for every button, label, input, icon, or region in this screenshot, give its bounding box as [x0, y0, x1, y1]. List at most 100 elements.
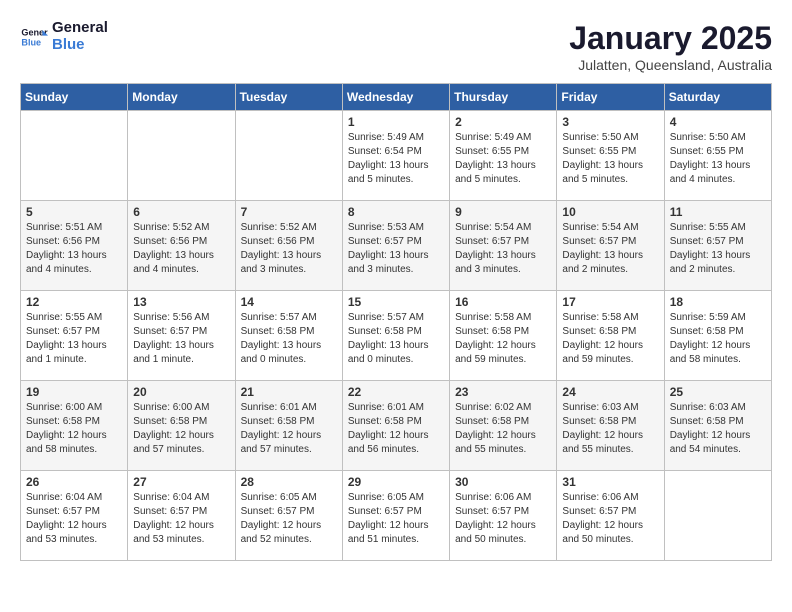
- day-cell: 22 Sunrise: 6:01 AMSunset: 6:58 PMDayligh…: [342, 381, 449, 471]
- day-number: 3: [562, 115, 658, 129]
- day-number: 8: [348, 205, 444, 219]
- day-cell: 21 Sunrise: 6:01 AMSunset: 6:58 PMDayligh…: [235, 381, 342, 471]
- day-number: 5: [26, 205, 122, 219]
- month-title: January 2025: [569, 20, 772, 57]
- day-info: Sunrise: 5:54 AMSunset: 6:57 PMDaylight:…: [562, 221, 658, 277]
- day-cell: 28 Sunrise: 6:05 AMSunset: 6:57 PMDayligh…: [235, 471, 342, 561]
- day-number: 9: [455, 205, 551, 219]
- day-number: 11: [670, 205, 766, 219]
- header-cell-tuesday: Tuesday: [235, 84, 342, 111]
- day-cell: 7 Sunrise: 5:52 AMSunset: 6:56 PMDaylight…: [235, 201, 342, 291]
- day-cell: 2 Sunrise: 5:49 AMSunset: 6:55 PMDaylight…: [450, 111, 557, 201]
- day-cell: 9 Sunrise: 5:54 AMSunset: 6:57 PMDaylight…: [450, 201, 557, 291]
- day-info: Sunrise: 5:59 AMSunset: 6:58 PMDaylight:…: [670, 311, 766, 367]
- day-cell: 27 Sunrise: 6:04 AMSunset: 6:57 PMDayligh…: [128, 471, 235, 561]
- day-cell: 15 Sunrise: 5:57 AMSunset: 6:58 PMDayligh…: [342, 291, 449, 381]
- day-cell: 11 Sunrise: 5:55 AMSunset: 6:57 PMDayligh…: [664, 201, 771, 291]
- day-info: Sunrise: 6:06 AMSunset: 6:57 PMDaylight:…: [562, 491, 658, 547]
- day-number: 24: [562, 385, 658, 399]
- week-row-1: 1Sunrise: 5:49 AMSunset: 6:54 PMDaylight…: [21, 111, 772, 201]
- day-cell: 19 Sunrise: 6:00 AMSunset: 6:58 PMDayligh…: [21, 381, 128, 471]
- day-number: 16: [455, 295, 551, 309]
- week-row-2: 5 Sunrise: 5:51 AMSunset: 6:56 PMDaylight…: [21, 201, 772, 291]
- header-row: SundayMondayTuesdayWednesdayThursdayFrid…: [21, 84, 772, 111]
- day-cell: 12Sunrise: 5:55 AMSunset: 6:57 PMDayligh…: [21, 291, 128, 381]
- day-info: Sunrise: 6:01 AMSunset: 6:58 PMDaylight:…: [348, 401, 444, 457]
- day-info: Sunrise: 6:00 AMSunset: 6:58 PMDaylight:…: [133, 401, 229, 457]
- day-info: Sunrise: 5:51 AMSunset: 6:56 PMDaylight:…: [26, 221, 122, 277]
- week-row-3: 12Sunrise: 5:55 AMSunset: 6:57 PMDayligh…: [21, 291, 772, 381]
- day-number: 2: [455, 115, 551, 129]
- logo-icon: General Blue: [20, 23, 48, 51]
- day-cell: 10Sunrise: 5:54 AMSunset: 6:57 PMDayligh…: [557, 201, 664, 291]
- day-number: 7: [241, 205, 337, 219]
- day-info: Sunrise: 6:01 AMSunset: 6:58 PMDaylight:…: [241, 401, 337, 457]
- day-cell: 18 Sunrise: 5:59 AMSunset: 6:58 PMDayligh…: [664, 291, 771, 381]
- calendar-table: SundayMondayTuesdayWednesdayThursdayFrid…: [20, 83, 772, 561]
- day-cell: 6 Sunrise: 5:52 AMSunset: 6:56 PMDaylight…: [128, 201, 235, 291]
- day-number: 14: [241, 295, 337, 309]
- day-info: Sunrise: 5:50 AMSunset: 6:55 PMDaylight:…: [670, 131, 766, 187]
- day-cell: 8 Sunrise: 5:53 AMSunset: 6:57 PMDaylight…: [342, 201, 449, 291]
- day-info: Sunrise: 5:55 AMSunset: 6:57 PMDaylight:…: [670, 221, 766, 277]
- day-number: 15: [348, 295, 444, 309]
- day-info: Sunrise: 5:49 AMSunset: 6:55 PMDaylight:…: [455, 131, 551, 187]
- day-cell: 31 Sunrise: 6:06 AMSunset: 6:57 PMDayligh…: [557, 471, 664, 561]
- svg-text:Blue: Blue: [21, 37, 41, 47]
- day-cell: [128, 111, 235, 201]
- day-number: 21: [241, 385, 337, 399]
- day-info: Sunrise: 6:00 AMSunset: 6:58 PMDaylight:…: [26, 401, 122, 457]
- day-number: 27: [133, 475, 229, 489]
- header-cell-wednesday: Wednesday: [342, 84, 449, 111]
- day-cell: 23 Sunrise: 6:02 AMSunset: 6:58 PMDayligh…: [450, 381, 557, 471]
- header-cell-monday: Monday: [128, 84, 235, 111]
- logo: General Blue General Blue: [20, 20, 108, 53]
- day-cell: 25 Sunrise: 6:03 AMSunset: 6:58 PMDayligh…: [664, 381, 771, 471]
- day-cell: 4 Sunrise: 5:50 AMSunset: 6:55 PMDaylight…: [664, 111, 771, 201]
- day-number: 31: [562, 475, 658, 489]
- day-cell: 13 Sunrise: 5:56 AMSunset: 6:57 PMDayligh…: [128, 291, 235, 381]
- day-info: Sunrise: 5:52 AMSunset: 6:56 PMDaylight:…: [241, 221, 337, 277]
- title-block: January 2025 Julatten, Queensland, Austr…: [569, 20, 772, 73]
- day-info: Sunrise: 6:03 AMSunset: 6:58 PMDaylight:…: [670, 401, 766, 457]
- page-header: General Blue General Blue January 2025 J…: [20, 20, 772, 73]
- day-info: Sunrise: 5:57 AMSunset: 6:58 PMDaylight:…: [348, 311, 444, 367]
- day-info: Sunrise: 5:57 AMSunset: 6:58 PMDaylight:…: [241, 311, 337, 367]
- day-cell: [235, 111, 342, 201]
- day-info: Sunrise: 5:55 AMSunset: 6:57 PMDaylight:…: [26, 311, 122, 367]
- day-number: 19: [26, 385, 122, 399]
- day-cell: 30Sunrise: 6:06 AMSunset: 6:57 PMDayligh…: [450, 471, 557, 561]
- day-info: Sunrise: 6:05 AMSunset: 6:57 PMDaylight:…: [241, 491, 337, 547]
- day-cell: 16Sunrise: 5:58 AMSunset: 6:58 PMDayligh…: [450, 291, 557, 381]
- day-info: Sunrise: 5:56 AMSunset: 6:57 PMDaylight:…: [133, 311, 229, 367]
- day-number: 13: [133, 295, 229, 309]
- day-info: Sunrise: 5:54 AMSunset: 6:57 PMDaylight:…: [455, 221, 551, 277]
- day-info: Sunrise: 6:05 AMSunset: 6:57 PMDaylight:…: [348, 491, 444, 547]
- header-cell-friday: Friday: [557, 84, 664, 111]
- day-info: Sunrise: 6:04 AMSunset: 6:57 PMDaylight:…: [133, 491, 229, 547]
- day-info: Sunrise: 5:58 AMSunset: 6:58 PMDaylight:…: [562, 311, 658, 367]
- day-number: 22: [348, 385, 444, 399]
- day-cell: 20 Sunrise: 6:00 AMSunset: 6:58 PMDayligh…: [128, 381, 235, 471]
- header-cell-saturday: Saturday: [664, 84, 771, 111]
- day-number: 18: [670, 295, 766, 309]
- day-number: 23: [455, 385, 551, 399]
- day-info: Sunrise: 5:49 AMSunset: 6:54 PMDaylight:…: [348, 131, 444, 187]
- header-cell-sunday: Sunday: [21, 84, 128, 111]
- day-number: 4: [670, 115, 766, 129]
- day-cell: 26Sunrise: 6:04 AMSunset: 6:57 PMDayligh…: [21, 471, 128, 561]
- day-number: 25: [670, 385, 766, 399]
- day-cell: 3 Sunrise: 5:50 AMSunset: 6:55 PMDaylight…: [557, 111, 664, 201]
- day-info: Sunrise: 5:50 AMSunset: 6:55 PMDaylight:…: [562, 131, 658, 187]
- day-info: Sunrise: 6:06 AMSunset: 6:57 PMDaylight:…: [455, 491, 551, 547]
- day-cell: 14 Sunrise: 5:57 AMSunset: 6:58 PMDayligh…: [235, 291, 342, 381]
- day-number: 6: [133, 205, 229, 219]
- day-number: 20: [133, 385, 229, 399]
- day-number: 28: [241, 475, 337, 489]
- header-cell-thursday: Thursday: [450, 84, 557, 111]
- day-info: Sunrise: 6:02 AMSunset: 6:58 PMDaylight:…: [455, 401, 551, 457]
- day-info: Sunrise: 5:52 AMSunset: 6:56 PMDaylight:…: [133, 221, 229, 277]
- day-info: Sunrise: 5:53 AMSunset: 6:57 PMDaylight:…: [348, 221, 444, 277]
- day-cell: 24 Sunrise: 6:03 AMSunset: 6:58 PMDayligh…: [557, 381, 664, 471]
- day-info: Sunrise: 6:03 AMSunset: 6:58 PMDaylight:…: [562, 401, 658, 457]
